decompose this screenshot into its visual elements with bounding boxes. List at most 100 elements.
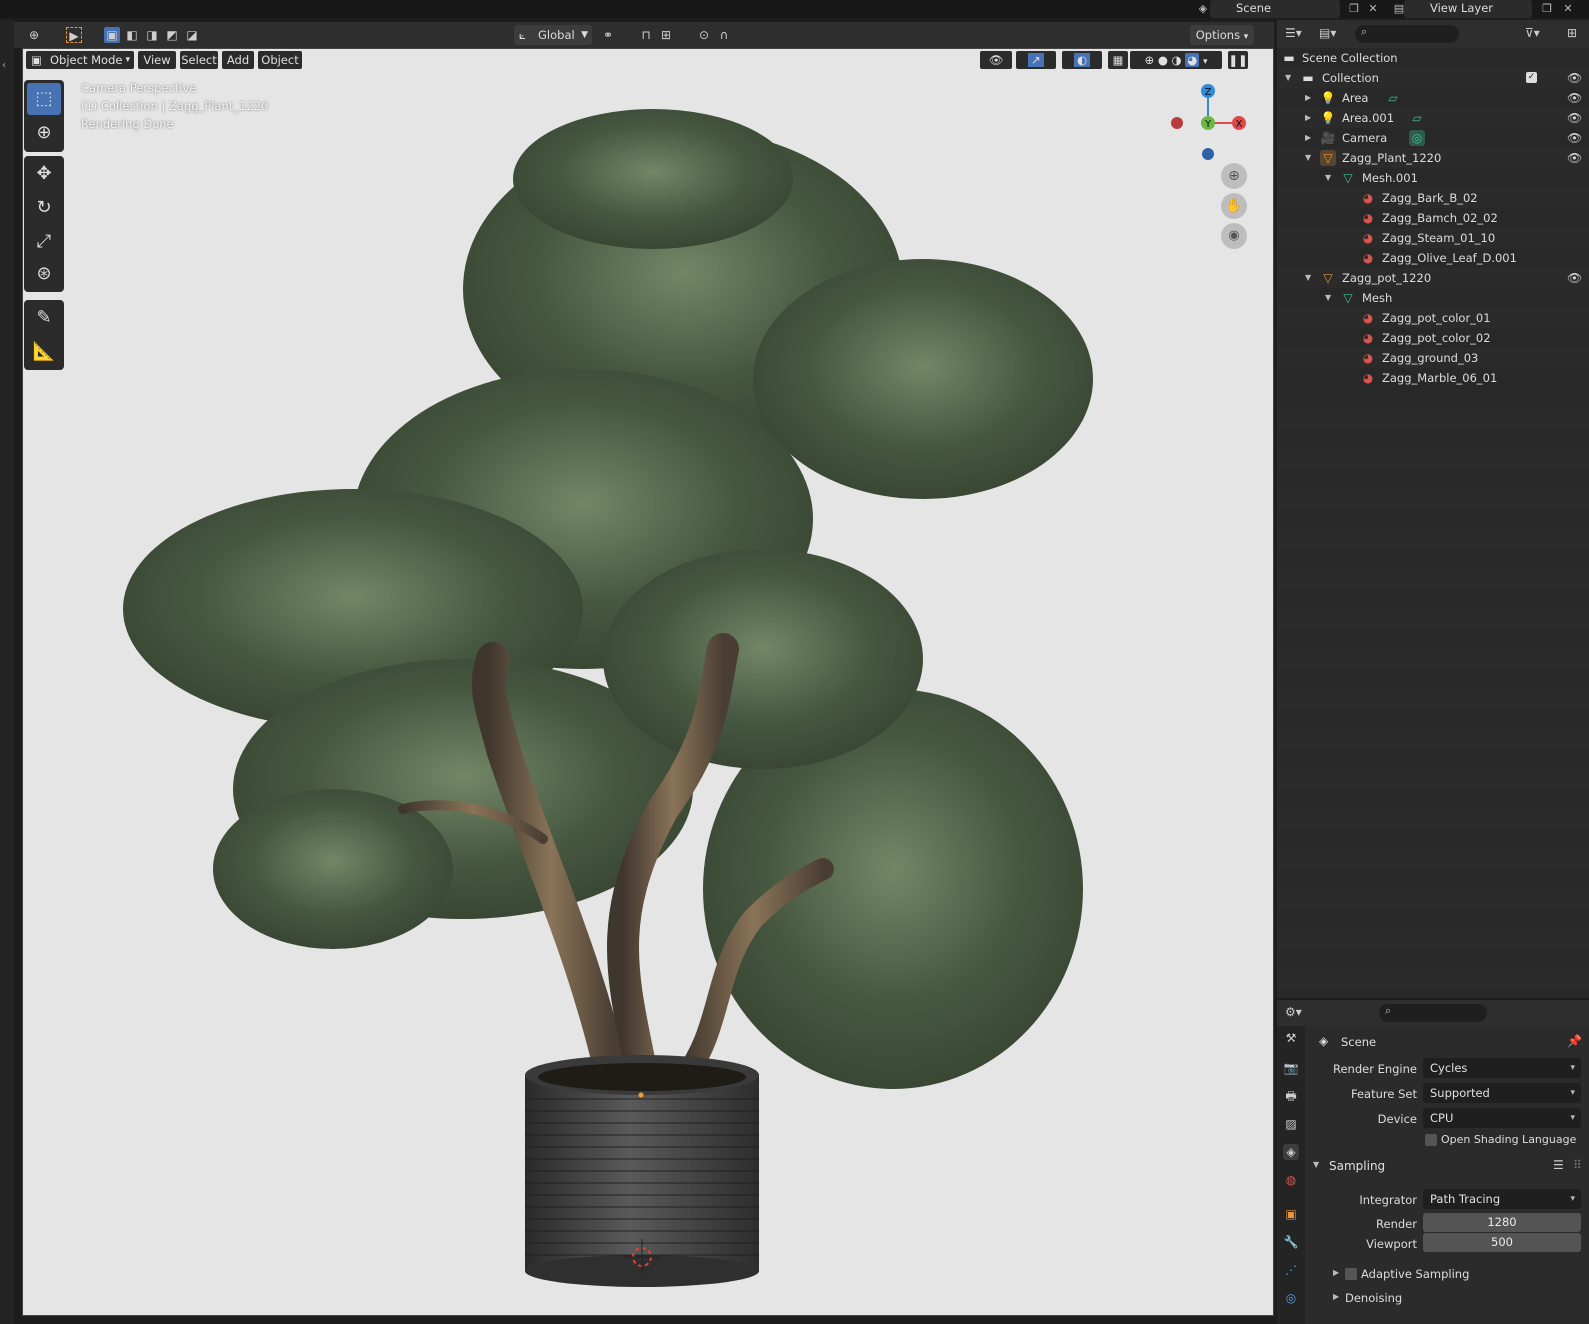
adaptive-sampling-checkbox[interactable] xyxy=(1345,1268,1357,1280)
measure-tool[interactable]: 📐 xyxy=(27,336,61,368)
wireframe-icon[interactable]: ⊕ xyxy=(1145,53,1155,67)
transform-tool[interactable]: ⊛ xyxy=(27,258,61,290)
modifier-tab-icon[interactable]: 🔧 xyxy=(1283,1234,1299,1250)
display-mode-icon[interactable]: ▤▾ xyxy=(1319,26,1336,40)
view-layer-tab-icon[interactable]: ▨ xyxy=(1283,1116,1299,1132)
solid-icon[interactable]: ● xyxy=(1158,53,1168,67)
drag-handle-icon[interactable]: ⠿ xyxy=(1573,1158,1582,1172)
expand-arrow-icon[interactable]: ▶ xyxy=(1305,88,1311,108)
scene-icon[interactable]: ◈ xyxy=(1196,2,1210,16)
tool-tab-icon[interactable]: ⚒ xyxy=(1283,1030,1299,1046)
physics-tab-icon[interactable]: ◎ xyxy=(1283,1290,1299,1306)
select-box-tool[interactable]: ⬚ xyxy=(27,83,61,115)
eye-icon[interactable]: 👁 xyxy=(1567,88,1582,108)
close-scene-icon[interactable]: ✕ xyxy=(1366,2,1380,16)
outliner-row-material[interactable]: ◕ Zagg_ground_03 xyxy=(1277,348,1589,368)
expand-arrow-icon[interactable]: ▼ xyxy=(1325,288,1331,308)
outliner-row-material[interactable]: ◕ Zagg_Olive_Leaf_D.001 xyxy=(1277,248,1589,268)
world-tab-icon[interactable]: ◍ xyxy=(1283,1172,1299,1188)
outliner-row-area[interactable]: ▶ 💡 Area ▱ 👁 xyxy=(1277,88,1589,108)
expand-arrow-icon[interactable]: ▶ xyxy=(1333,1268,1339,1277)
render-tab-icon[interactable]: 📷 xyxy=(1283,1060,1299,1076)
integrator-dropdown[interactable]: Path Tracing ▾ xyxy=(1423,1189,1581,1209)
outliner-row-zagg-pot[interactable]: ▼ ▽ Zagg_pot_1220 👁 xyxy=(1277,268,1589,288)
presets-list-icon[interactable]: ☰ xyxy=(1553,1158,1564,1172)
cursor-tool[interactable]: ⊕ xyxy=(27,117,61,149)
expand-arrow-icon[interactable]: ▶ xyxy=(1305,108,1311,128)
close-view-layer-icon[interactable]: ✕ xyxy=(1561,2,1575,16)
object-mode-dropdown[interactable]: ▣ Object Mode ▾ xyxy=(26,51,134,69)
particles-tab-icon[interactable]: ⋰ xyxy=(1283,1262,1299,1278)
checkbox-icon[interactable]: ✓ xyxy=(1526,72,1537,83)
add-menu[interactable]: Add xyxy=(222,51,254,69)
snap-icon[interactable]: ⊓ xyxy=(638,27,654,43)
annotate-tool[interactable]: ✎ xyxy=(27,302,61,334)
pin-icon[interactable]: 📌 xyxy=(1567,1034,1582,1048)
collapse-arrow-icon[interactable]: ‹ xyxy=(2,60,6,71)
3d-viewport[interactable]: Camera Perspective (1) Collection | Zagg… xyxy=(22,48,1274,1316)
scene-selector[interactable]: Scene xyxy=(1210,0,1340,18)
xray-toggle[interactable]: ▦ xyxy=(1108,51,1128,69)
eye-icon[interactable]: 👁 xyxy=(1567,268,1582,288)
expand-arrow-icon[interactable]: ▼ xyxy=(1285,68,1291,88)
scene-tab-icon[interactable]: ◈ xyxy=(1283,1144,1299,1160)
outliner-row-mesh[interactable]: ▼ ▽ Mesh xyxy=(1277,288,1589,308)
sampling-panel-header[interactable]: ▼ Sampling ☰ ⠿ xyxy=(1307,1154,1589,1178)
outliner-row-material[interactable]: ◕ Zagg_Steam_01_10 xyxy=(1277,228,1589,248)
filter-icon[interactable]: ⊽▾ xyxy=(1525,26,1540,40)
navigation-gizmo[interactable]: Z X Y xyxy=(1163,81,1253,171)
pan-hand-icon[interactable]: ✋ xyxy=(1221,193,1247,219)
snap-target-icon[interactable]: ⊞ xyxy=(658,27,674,43)
pivot-point-icon[interactable]: ⚭ xyxy=(600,27,616,43)
eye-icon[interactable]: 👁 xyxy=(1567,148,1582,168)
view-menu[interactable]: View xyxy=(138,51,176,69)
outliner-row-zagg-plant[interactable]: ▼ ▽ Zagg_Plant_1220 👁 xyxy=(1277,148,1589,168)
proportional-edit-icon[interactable]: ⊙ xyxy=(696,27,712,43)
camera-view-icon[interactable]: ◉ xyxy=(1221,223,1247,249)
select-mode-invert-icon[interactable]: ◩ xyxy=(164,27,180,43)
expand-arrow-icon[interactable]: ▼ xyxy=(1305,148,1311,168)
outliner-row-material[interactable]: ◕ Zagg_pot_color_01 xyxy=(1277,308,1589,328)
select-tool-icon[interactable]: ▶ xyxy=(66,27,82,43)
chevron-down-icon[interactable]: ▾ xyxy=(1203,57,1208,67)
outliner-row-scene-collection[interactable]: ▬ Scene Collection xyxy=(1277,48,1589,68)
device-dropdown[interactable]: CPU ▾ xyxy=(1423,1108,1581,1128)
outliner-search-input[interactable]: ⌕ xyxy=(1355,25,1459,43)
select-menu[interactable]: Select xyxy=(180,51,218,69)
new-collection-icon[interactable]: ⊞ xyxy=(1567,26,1577,40)
expand-arrow-icon[interactable]: ▶ xyxy=(1333,1292,1339,1301)
outliner-row-material[interactable]: ◕ Zagg_Bark_B_02 xyxy=(1277,188,1589,208)
overlays-toggle[interactable]: ◐ xyxy=(1062,51,1102,69)
properties-editor-type-icon[interactable]: ⚙▾ xyxy=(1285,1005,1302,1019)
outliner-editor-type-icon[interactable]: ☰▾ xyxy=(1285,26,1302,40)
expand-arrow-icon[interactable]: ▼ xyxy=(1305,268,1311,288)
feature-set-dropdown[interactable]: Supported ▾ xyxy=(1423,1083,1581,1103)
new-scene-icon[interactable]: ❐ xyxy=(1347,2,1361,16)
object-tab-icon[interactable]: ▣ xyxy=(1283,1206,1299,1222)
eye-icon[interactable]: 👁 xyxy=(1567,68,1582,88)
select-mode-subtract-icon[interactable]: ◨ xyxy=(144,27,160,43)
scale-tool[interactable]: ⤢ xyxy=(27,226,61,258)
select-mode-new-icon[interactable]: ▣ xyxy=(104,27,120,43)
eye-icon[interactable]: 👁 xyxy=(1567,108,1582,128)
output-tab-icon[interactable]: 🖶 xyxy=(1283,1088,1299,1104)
object-menu[interactable]: Object xyxy=(258,51,302,69)
osl-checkbox[interactable] xyxy=(1425,1134,1437,1146)
select-mode-intersect-icon[interactable]: ◪ xyxy=(184,27,200,43)
gizmo-neg-x[interactable] xyxy=(1171,117,1183,129)
visibility-dropdown[interactable]: 👁 xyxy=(980,51,1012,69)
outliner-row-camera[interactable]: ▶ 🎥 Camera ◎ 👁 xyxy=(1277,128,1589,148)
denoising-label[interactable]: Denoising xyxy=(1345,1291,1402,1305)
outliner-row-material[interactable]: ◕ Zagg_Bamch_02_02 xyxy=(1277,208,1589,228)
gizmo-neg-z[interactable] xyxy=(1202,148,1214,160)
eye-icon[interactable]: 👁 xyxy=(1567,128,1582,148)
move-tool[interactable]: ✥ xyxy=(27,158,61,190)
render-samples-field[interactable]: 1280 xyxy=(1423,1213,1581,1232)
editor-type-icon[interactable]: ⊕ xyxy=(26,27,42,43)
expand-arrow-icon[interactable]: ▶ xyxy=(1305,128,1311,148)
shading-modes[interactable]: ⊕ ● ◑ ◕ ▾ xyxy=(1130,51,1222,69)
rotate-tool[interactable]: ↻ xyxy=(27,192,61,224)
outliner-row-material[interactable]: ◕ Zagg_Marble_06_01 xyxy=(1277,368,1589,388)
transform-orientation-dropdown[interactable]: ⟀ Global ▼ xyxy=(514,25,592,45)
render-engine-dropdown[interactable]: Cycles ▾ xyxy=(1423,1058,1581,1078)
